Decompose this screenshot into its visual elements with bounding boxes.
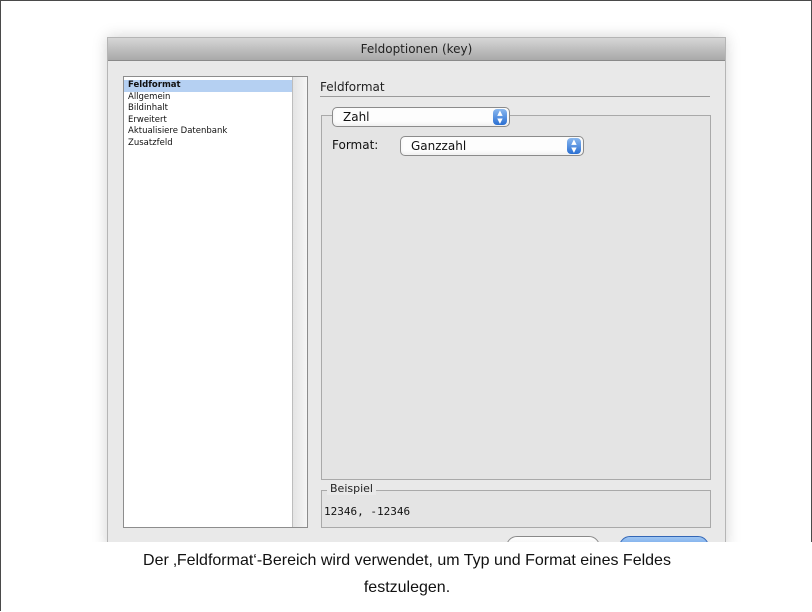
field-options-dialog: Feldoptionen (key) Feldformat Allgemein … [107, 37, 726, 551]
up-down-arrows-icon: ▲ ▼ [567, 138, 581, 154]
format-label: Format: [332, 138, 379, 152]
sidebar-item-aktualisiere-datenbank[interactable]: Aktualisiere Datenbank [124, 126, 292, 138]
caption-line-2: festzulegen. [363, 579, 451, 596]
type-group-box [321, 115, 711, 480]
format-popup-value: Ganzzahl [411, 139, 467, 153]
type-popup-value: Zahl [343, 110, 370, 124]
dialog-title: Feldoptionen (key) [108, 38, 725, 61]
figure-caption: Der ‚Feldformat‘-Bereich wird verwendet,… [1, 542, 812, 612]
up-down-arrows-icon: ▲ ▼ [493, 109, 507, 125]
sidebar-item-erweitert[interactable]: Erweitert [124, 115, 292, 127]
type-popup[interactable]: Zahl ▲ ▼ [332, 107, 510, 127]
example-value: 12346, -12346 [324, 505, 411, 518]
section-heading: Feldformat [320, 80, 710, 97]
sidebar-item-zusatzfeld[interactable]: Zusatzfeld [124, 138, 292, 150]
sidebar-item-bildinhalt[interactable]: Bildinhalt [124, 103, 292, 115]
category-list[interactable]: Feldformat Allgemein Bildinhalt Erweiter… [123, 76, 308, 528]
example-title: Beispiel [327, 482, 376, 495]
sidebar-scrollbar[interactable] [292, 77, 307, 527]
sidebar-item-allgemein[interactable]: Allgemein [124, 92, 292, 104]
screenshot-frame: Feldoptionen (key) Feldformat Allgemein … [0, 0, 812, 612]
caption-line-1: Der ‚Feldformat‘-Bereich wird verwendet,… [143, 552, 671, 569]
format-popup[interactable]: Ganzzahl ▲ ▼ [400, 136, 584, 156]
sidebar-item-feldformat[interactable]: Feldformat [124, 80, 292, 92]
